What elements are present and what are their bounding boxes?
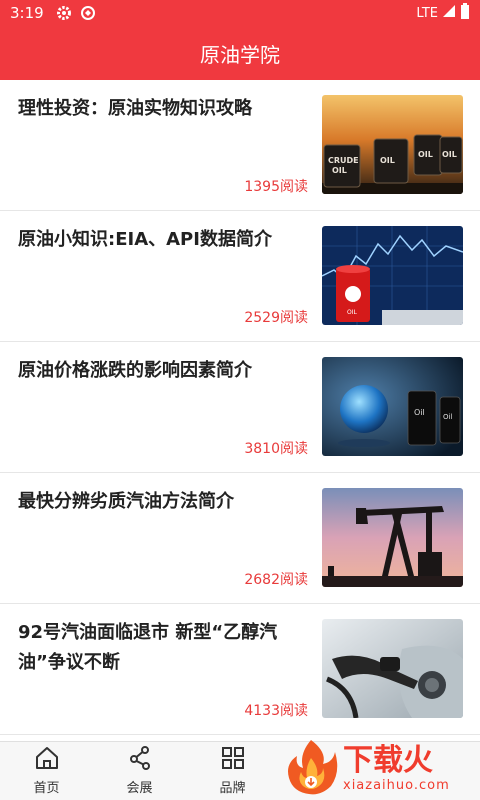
svg-text:OIL: OIL bbox=[380, 156, 395, 165]
grid-icon bbox=[220, 746, 246, 777]
watermark-domain: xiazaihuo.com bbox=[343, 778, 450, 793]
status-time: 3:19 bbox=[10, 4, 44, 22]
read-count: 3810阅读 bbox=[244, 441, 308, 457]
article-thumbnail: Oil Oil bbox=[322, 357, 463, 456]
read-count: 2682阅读 bbox=[244, 572, 308, 588]
svg-text:OIL: OIL bbox=[442, 150, 457, 159]
tab-label: 会展 bbox=[126, 781, 153, 796]
svg-text:OIL: OIL bbox=[418, 150, 433, 159]
svg-text:OIL: OIL bbox=[332, 166, 347, 175]
article-thumbnail: CRUDE OIL OIL OIL OIL bbox=[322, 95, 463, 194]
gear-icon bbox=[56, 5, 72, 21]
article-title: 理性投资：原油实物知识攻略 bbox=[18, 98, 252, 119]
tab-home[interactable]: 首页 bbox=[0, 742, 93, 800]
tab-label: 首页 bbox=[33, 781, 60, 796]
tab-brand[interactable]: 品牌 bbox=[186, 742, 279, 800]
article-item[interactable]: 最快分辨劣质汽油方法简介 2682阅读 bbox=[0, 473, 480, 604]
svg-text:CRUDE: CRUDE bbox=[328, 156, 359, 165]
article-item[interactable]: 原油小知识:EIA、API数据简介 2529阅读 OIL bbox=[0, 211, 480, 342]
article-list: 理性投资：原油实物知识攻略 1395阅读 CRUDE OIL OIL OIL O… bbox=[0, 80, 480, 735]
article-thumbnail bbox=[322, 619, 463, 718]
share-nodes-icon bbox=[127, 746, 153, 777]
signal-icon bbox=[442, 4, 456, 22]
article-thumbnail bbox=[322, 488, 463, 587]
watermark-logo: 下载火 xiazaihuo.com bbox=[283, 737, 480, 800]
status-bar: 3:19 LTE bbox=[0, 0, 480, 26]
network-type: LTE bbox=[416, 5, 438, 21]
article-title: 最快分辨劣质汽油方法简介 bbox=[18, 491, 234, 512]
watermark-text: 下载火 bbox=[343, 743, 433, 778]
article-title: 92号汽油面临退市 新型“乙醇汽油”争议不断 bbox=[18, 622, 278, 673]
article-item[interactable]: 原油价格涨跌的影响因素简介 3810阅读 Oil Oil bbox=[0, 342, 480, 473]
article-item[interactable]: 理性投资：原油实物知识攻略 1395阅读 CRUDE OIL OIL OIL O… bbox=[0, 80, 480, 211]
svg-text:Oil: Oil bbox=[443, 413, 452, 421]
article-item[interactable]: 92号汽油面临退市 新型“乙醇汽油”争议不断 4133阅读 bbox=[0, 604, 480, 735]
svg-text:Oil: Oil bbox=[414, 408, 425, 417]
title-bar: 原油学院 bbox=[0, 26, 480, 80]
home-icon bbox=[34, 746, 60, 777]
article-thumbnail: OIL bbox=[322, 226, 463, 325]
sync-icon bbox=[80, 5, 96, 21]
svg-text:OIL: OIL bbox=[347, 309, 357, 316]
article-title: 原油价格涨跌的影响因素简介 bbox=[18, 360, 252, 381]
article-title: 原油小知识:EIA、API数据简介 bbox=[18, 229, 272, 250]
read-count: 1395阅读 bbox=[244, 179, 308, 195]
page-title: 原油学院 bbox=[200, 42, 280, 67]
read-count: 2529阅读 bbox=[244, 310, 308, 326]
tab-exhibition[interactable]: 会展 bbox=[93, 742, 186, 800]
tab-label: 品牌 bbox=[219, 781, 246, 796]
battery-icon bbox=[460, 3, 470, 23]
flame-icon bbox=[283, 738, 339, 800]
read-count: 4133阅读 bbox=[244, 703, 308, 719]
